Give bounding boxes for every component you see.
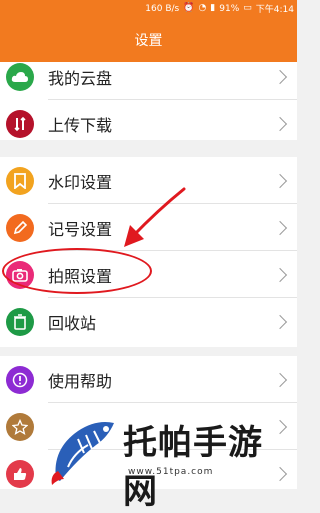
menu-item-label: 拍照设置 [48, 266, 113, 286]
pencil-icon [6, 213, 34, 242]
chevron-right-icon [272, 267, 288, 282]
help-icon [6, 365, 34, 394]
menu-item-label: 水印设置 [48, 172, 113, 192]
menu-group-3: 使用帮助 [0, 356, 297, 489]
chevron-right-icon [272, 419, 288, 434]
menu-item-like[interactable] [0, 450, 297, 497]
menu-item-help[interactable]: 使用帮助 [0, 356, 297, 403]
chevron-right-icon [272, 466, 288, 481]
alarm-icon: ⏰ [183, 3, 195, 13]
menu-group-1: 我的云盘 上传下载 [0, 62, 297, 140]
thumbs-up-icon [6, 459, 34, 488]
wifi-icon: ◔ [198, 3, 207, 13]
signal-icon: ▮ [210, 3, 216, 13]
battery-icon: ▭ [243, 3, 252, 13]
transfer-icon [6, 109, 34, 138]
chevron-right-icon [272, 173, 288, 188]
battery-level: 91% [219, 3, 240, 14]
camera-icon [6, 260, 34, 289]
menu-item-label: 我的云盘 [48, 68, 113, 88]
menu-item-label: 回收站 [48, 313, 97, 333]
menu-item-label: 记号设置 [48, 219, 113, 239]
menu-item-label: 使用帮助 [48, 371, 113, 391]
annotation-arrow [124, 187, 186, 247]
chevron-right-icon [272, 69, 288, 84]
network-speed: 160 B/s [145, 3, 180, 14]
menu-item-label: 上传下载 [48, 115, 113, 135]
menu-item-recycle-bin[interactable]: 回收站 [0, 298, 297, 345]
bookmark-icon [6, 166, 34, 195]
cloud-icon [6, 62, 34, 91]
page-title: 设置 [134, 32, 163, 49]
status-bar: 160 B/s ⏰ ◔ ▮ 91% ▭ 下午4:14 [0, 0, 297, 17]
clock: 下午4:14 [255, 5, 294, 15]
chevron-right-icon [272, 116, 288, 131]
chevron-right-icon [272, 220, 288, 235]
menu-item-upload-download[interactable]: 上传下载 [0, 100, 297, 147]
menu-item-rate[interactable] [0, 403, 297, 450]
chevron-right-icon [272, 372, 288, 387]
menu-item-cloud-drive[interactable]: 我的云盘 [0, 53, 297, 100]
chevron-right-icon [272, 314, 288, 329]
menu-item-photo-settings[interactable]: 拍照设置 [0, 251, 297, 298]
star-icon [6, 412, 34, 441]
trash-icon [6, 307, 34, 336]
